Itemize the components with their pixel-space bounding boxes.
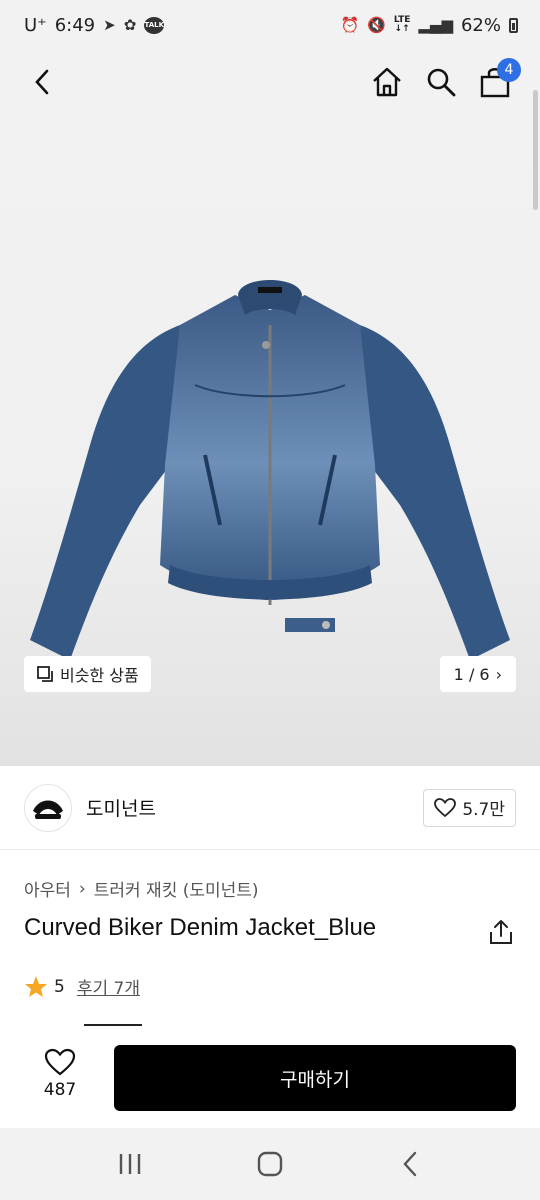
share-icon	[490, 920, 512, 944]
recent-apps-button[interactable]	[100, 1134, 160, 1194]
similar-products-button[interactable]: 비슷한 상품	[24, 656, 151, 692]
wishlist-button[interactable]: 487	[36, 1048, 84, 1100]
back-arrow-icon	[35, 69, 49, 95]
breadcrumb-category[interactable]: 아우터	[24, 876, 71, 901]
recent-apps-icon	[119, 1154, 141, 1174]
buy-button[interactable]: 구매하기	[114, 1045, 516, 1111]
similar-products-label: 비슷한 상품	[60, 666, 139, 685]
chevron-right-icon: ›	[495, 664, 502, 684]
wishlist-count: 487	[43, 1080, 77, 1100]
carrier-label: U⁺	[24, 14, 47, 36]
battery-percent: 62%	[460, 14, 501, 36]
brand-name[interactable]: 도미넌트	[86, 794, 423, 821]
clock: 6:49	[54, 14, 96, 36]
star-icon	[25, 975, 47, 997]
game-icon: ✿	[123, 16, 137, 34]
mute-icon: 🔇	[367, 16, 386, 34]
breadcrumb: 아우터 › 트러커 재킷 (도미넌트)	[24, 876, 259, 902]
search-button[interactable]	[419, 60, 463, 104]
alarm-icon: ⏰	[340, 16, 360, 34]
home-circle-icon	[257, 1151, 283, 1177]
brand-like-button[interactable]: 5.7만	[423, 788, 516, 827]
status-left: U⁺ 6:49 ➤ ✿ TALK	[24, 14, 165, 36]
signal-icon: ▂▄▆	[418, 16, 453, 34]
status-bar: U⁺ 6:49 ➤ ✿ TALK ⏰ 🔇 LTE ↓↑ ▂▄▆ 62%	[0, 0, 540, 50]
cart-count-badge: 4	[497, 58, 521, 82]
share-button[interactable]	[488, 918, 516, 948]
telegram-icon: ➤	[103, 16, 116, 34]
image-page-indicator[interactable]: 1 / 6 ›	[439, 656, 516, 692]
brand-logo-mark	[33, 800, 63, 819]
heart-icon	[44, 1048, 76, 1076]
review-count-link[interactable]: 후기 7개	[77, 974, 140, 999]
home-button[interactable]	[365, 60, 409, 104]
chevron-right-icon: ›	[78, 878, 86, 899]
breadcrumb-subcategory[interactable]: 트러커 재킷 (도미넌트)	[94, 876, 259, 901]
back-button[interactable]	[20, 60, 64, 104]
purchase-action-bar: 487 구매하기	[0, 1030, 540, 1128]
brand-logo[interactable]	[24, 783, 72, 832]
search-icon	[427, 68, 456, 97]
tab-indicator	[84, 1024, 142, 1026]
product-title: Curved Biker Denim Jacket_Blue	[24, 914, 377, 941]
denim-jacket-image	[30, 280, 510, 660]
system-back-button[interactable]	[380, 1134, 440, 1194]
home-icon	[373, 67, 401, 97]
battery-icon	[509, 17, 518, 33]
brand-row[interactable]: 도미넌트 5.7만	[0, 766, 540, 850]
heart-icon	[434, 797, 457, 817]
back-chevron-icon	[403, 1151, 417, 1177]
rating-value: 5	[54, 976, 65, 997]
page-indicator-label: 1 / 6	[453, 664, 490, 684]
lte-icon: LTE ↓↑	[393, 15, 411, 34]
system-navigation-bar	[0, 1128, 540, 1200]
rating-row: 5 후기 7개	[24, 974, 140, 999]
copy-icon	[37, 666, 53, 682]
kakaotalk-icon: TALK	[144, 16, 165, 34]
top-navigation: 4	[0, 50, 540, 112]
brand-like-count: 5.7만	[462, 800, 505, 820]
status-right: ⏰ 🔇 LTE ↓↑ ▂▄▆ 62%	[340, 15, 518, 36]
cart-button[interactable]: 4	[473, 58, 521, 104]
network-label: LTE	[393, 15, 411, 25]
home-system-button[interactable]	[240, 1134, 300, 1194]
